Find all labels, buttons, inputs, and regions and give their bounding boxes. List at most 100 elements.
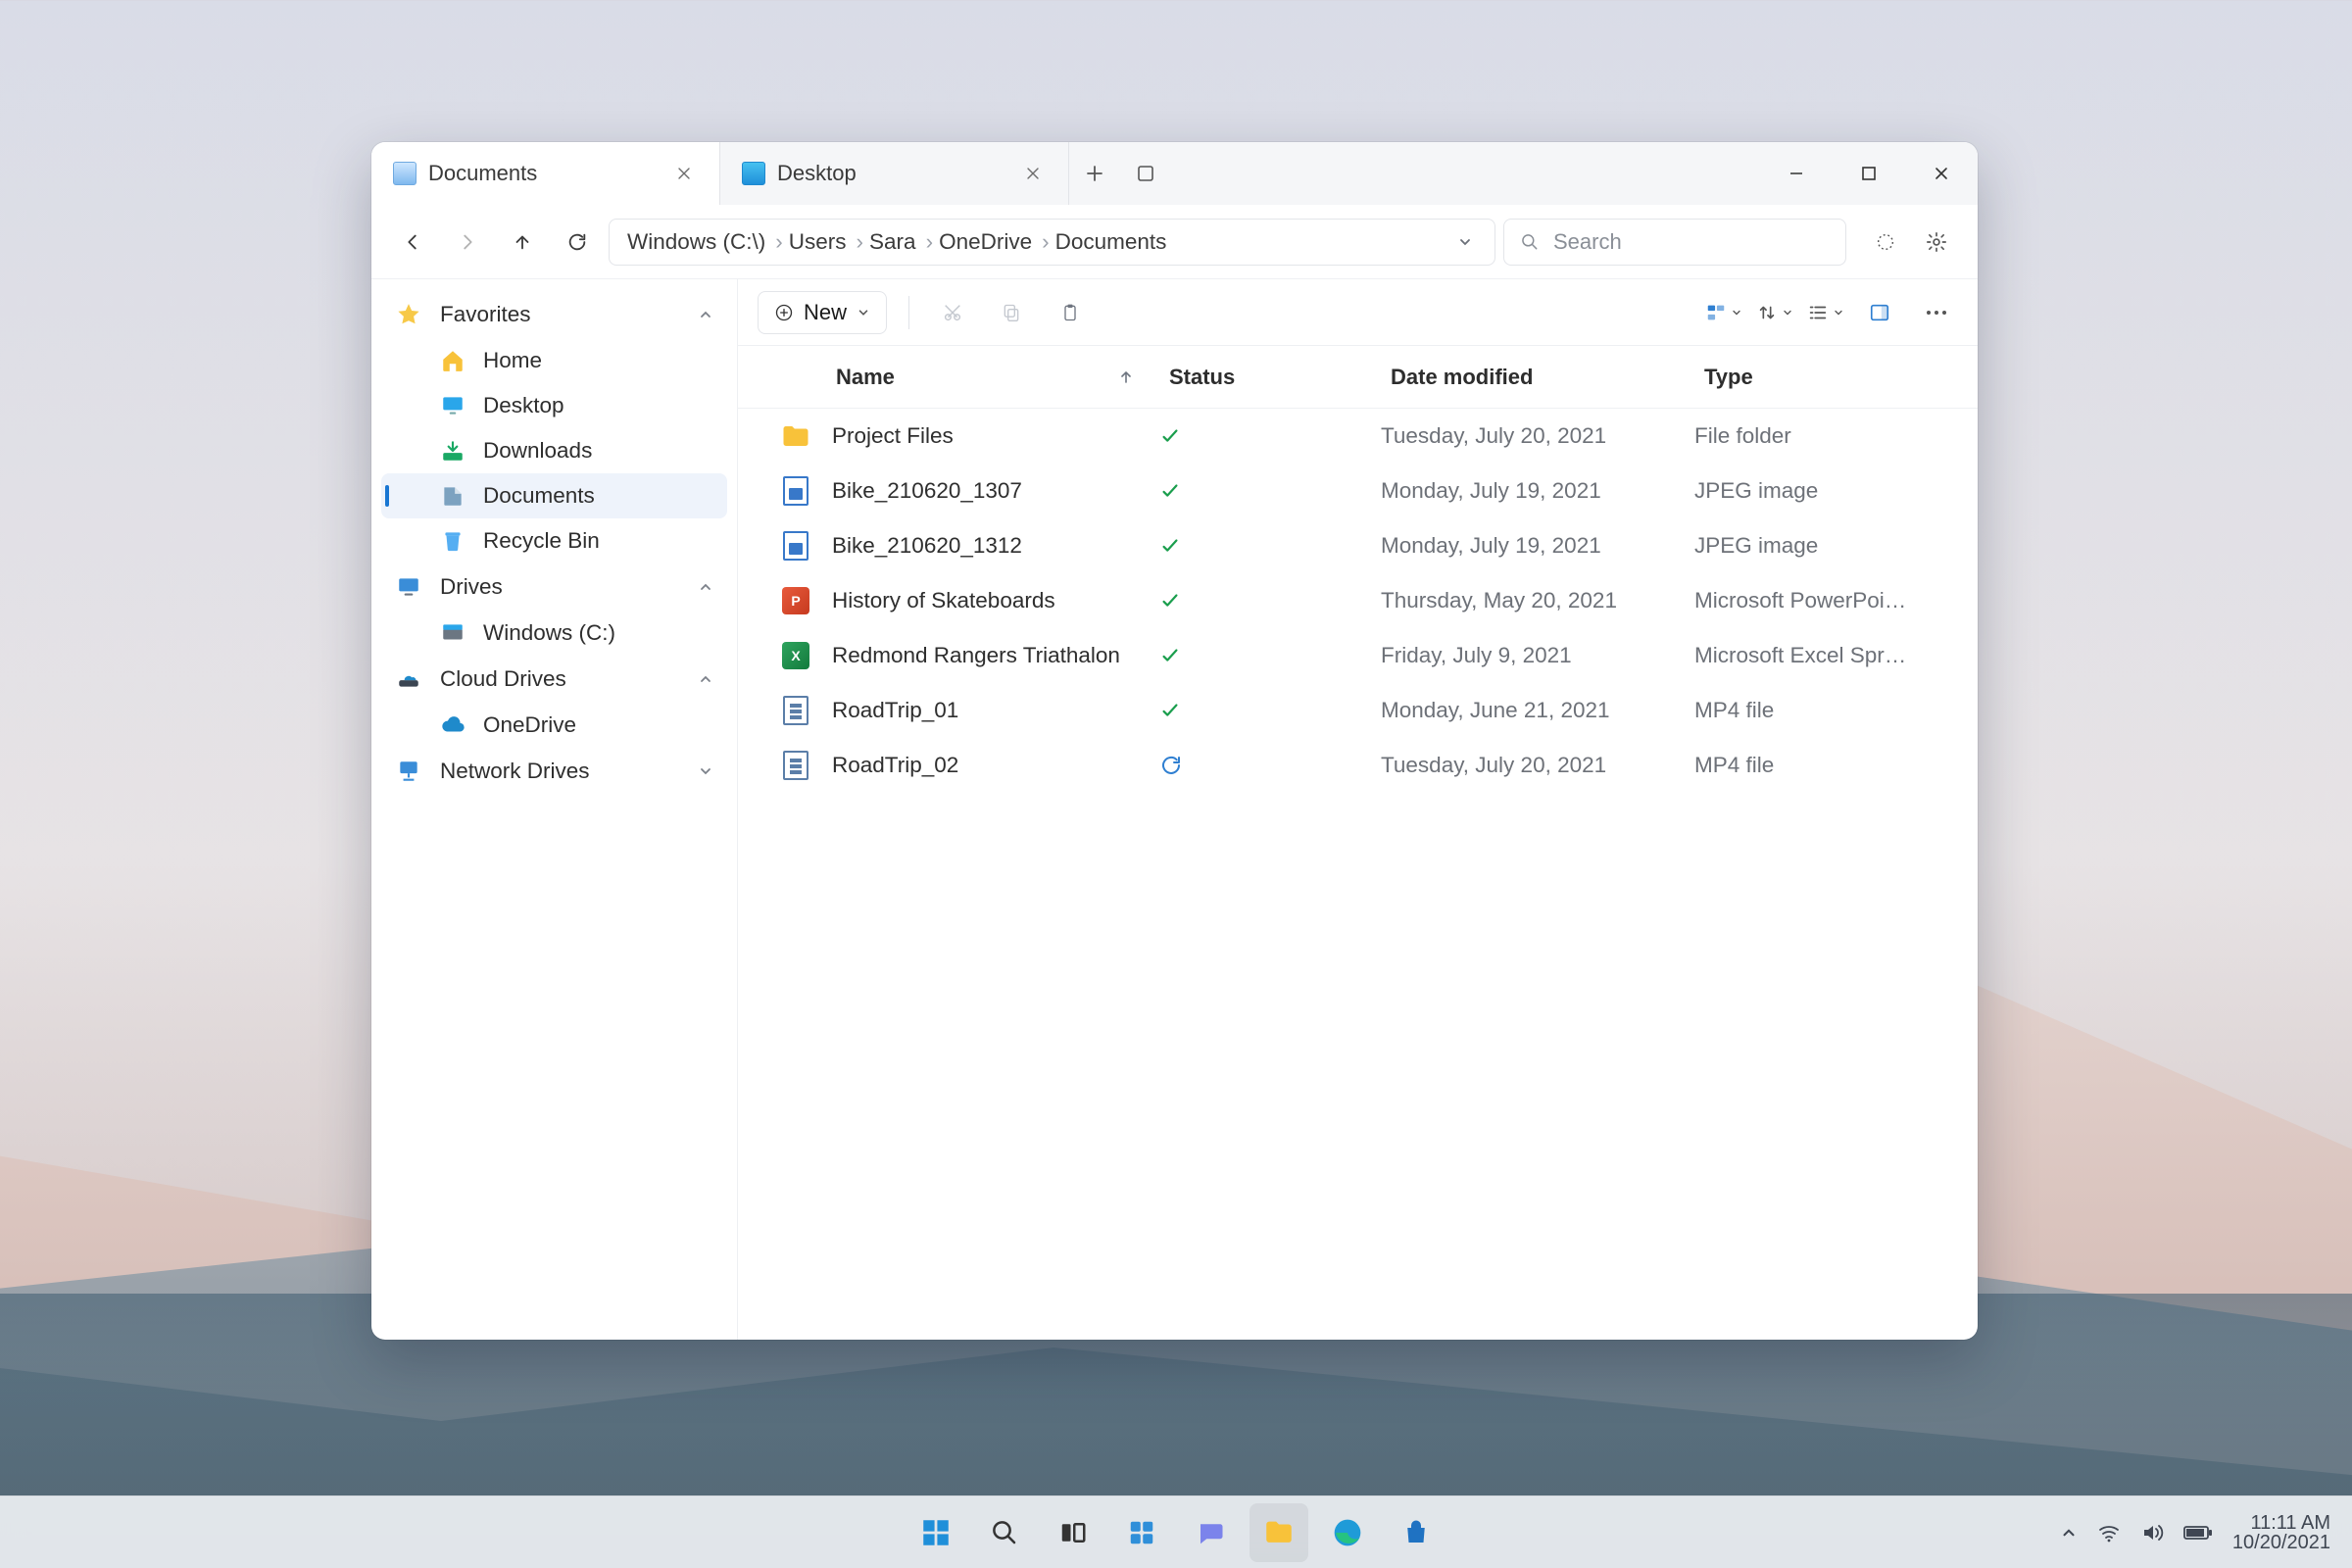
edge-taskbar-icon[interactable] [1318,1503,1377,1562]
file-type-icon [781,751,810,780]
sidebar-item-label: Desktop [483,393,564,418]
file-date: Monday, July 19, 2021 [1381,533,1694,559]
column-header-name[interactable]: Name [738,365,1159,390]
file-type: JPEG image [1694,478,1978,504]
clock[interactable]: 11:11 AM 10/20/2021 [2232,1513,2330,1552]
tab-close-button[interactable] [666,156,702,191]
new-tab-button[interactable] [1069,142,1120,205]
breadcrumb-segment[interactable]: Documents [1055,229,1167,255]
file-row[interactable]: RoadTrip_02Tuesday, July 20, 2021MP4 fil… [738,738,1978,793]
file-date: Monday, July 19, 2021 [1381,478,1694,504]
close-button[interactable] [1905,142,1978,205]
sidebar-group-favorites[interactable]: Favorites [381,291,727,338]
file-status [1159,535,1381,557]
minimize-button[interactable] [1760,142,1833,205]
cloud-icon [395,665,422,693]
file-rows: Project FilesTuesday, July 20, 2021File … [738,409,1978,1340]
breadcrumb-segment[interactable]: OneDrive› [939,229,1050,255]
file-name: RoadTrip_01 [832,698,958,723]
monitor-icon [395,573,422,601]
sidebar-group-network-drives[interactable]: Network Drives [381,748,727,795]
address-dropdown-button[interactable] [1444,220,1487,264]
up-button[interactable] [499,219,546,266]
paste-button[interactable] [1049,291,1092,334]
network-icon [395,758,422,785]
chevron-down-icon [1731,307,1742,318]
desktop-icon [440,393,466,418]
tab-close-button[interactable] [1015,156,1051,191]
system-tray: 11:11 AM 10/20/2021 [2060,1513,2352,1552]
sync-status-button[interactable] [1862,219,1909,266]
file-row[interactable]: PHistory of SkateboardsThursday, May 20,… [738,573,1978,628]
view-button[interactable] [1807,302,1844,323]
file-status [1159,590,1381,612]
file-type-icon [781,476,810,506]
settings-button[interactable] [1913,219,1960,266]
desktop-icon [742,162,765,185]
documents-icon [440,483,466,509]
file-row[interactable]: XRedmond Rangers TriathalonFriday, July … [738,628,1978,683]
copy-button[interactable] [990,291,1033,334]
file-name: RoadTrip_02 [832,753,958,778]
start-button[interactable] [906,1503,965,1562]
window-controls [1760,142,1978,205]
sort-button[interactable] [1756,302,1793,323]
chevron-up-icon [698,671,713,687]
taskbar-search-button[interactable] [975,1503,1034,1562]
sidebar-group-cloud-drives[interactable]: Cloud Drives [381,656,727,703]
column-header-type[interactable]: Type [1694,365,1978,390]
search-box[interactable]: Search [1503,219,1846,266]
file-type-icon [781,421,810,451]
chat-button[interactable] [1181,1503,1240,1562]
file-status [1159,700,1381,721]
file-explorer-taskbar-icon[interactable] [1250,1503,1308,1562]
back-button[interactable] [389,219,436,266]
wifi-icon[interactable] [2097,1521,2121,1544]
details-pane-button[interactable] [1858,291,1901,334]
group-by-button[interactable] [1705,302,1742,323]
sidebar-item-label: OneDrive [483,712,576,738]
tab-desktop[interactable]: Desktop [720,142,1069,205]
refresh-button[interactable] [554,219,601,266]
file-row[interactable]: RoadTrip_01Monday, June 21, 2021MP4 file [738,683,1978,738]
tray-chevron[interactable] [2060,1524,2078,1542]
sidebar-item-documents[interactable]: Documents [381,473,727,518]
more-button[interactable] [1915,291,1958,334]
sidebar-group-drives[interactable]: Drives [381,564,727,611]
tab-documents[interactable]: Documents [371,142,720,205]
star-icon [395,301,422,328]
file-row[interactable]: Bike_210620_1312Monday, July 19, 2021JPE… [738,518,1978,573]
file-explorer-window: Documents Desktop W [371,142,1978,1340]
sidebar-item-downloads[interactable]: Downloads [381,428,727,473]
sort-ascending-icon [1118,369,1134,385]
sidebar-item-recycle-bin[interactable]: Recycle Bin [381,518,727,564]
column-header-date[interactable]: Date modified [1381,365,1694,390]
file-row[interactable]: Bike_210620_1307Monday, July 19, 2021JPE… [738,464,1978,518]
breadcrumb-segment[interactable]: Sara› [869,229,933,255]
maximize-button[interactable] [1833,142,1905,205]
column-header-status[interactable]: Status [1159,365,1381,390]
battery-icon[interactable] [2183,1524,2213,1542]
store-taskbar-icon[interactable] [1387,1503,1446,1562]
sidebar-item-onedrive[interactable]: OneDrive [381,703,727,748]
widgets-button[interactable] [1112,1503,1171,1562]
chevron-down-icon [1833,307,1844,318]
chevron-down-icon [857,306,870,319]
file-row[interactable]: Project FilesTuesday, July 20, 2021File … [738,409,1978,464]
address-bar[interactable]: Windows (C:\)› Users› Sara› OneDrive› Do… [609,219,1495,266]
sidebar-item-windows-c[interactable]: Windows (C:) [381,611,727,656]
breadcrumb-segment[interactable]: Windows (C:\)› [627,229,783,255]
new-button[interactable]: New [758,291,887,334]
file-type: Microsoft PowerPoi… [1694,588,1978,613]
task-view-button[interactable] [1044,1503,1102,1562]
cut-button[interactable] [931,291,974,334]
file-type: Microsoft Excel Spr… [1694,643,1978,668]
tab-overview-button[interactable] [1120,142,1171,205]
sidebar-item-desktop[interactable]: Desktop [381,383,727,428]
forward-button[interactable] [444,219,491,266]
plus-circle-icon [774,303,794,322]
volume-icon[interactable] [2140,1521,2164,1544]
breadcrumb-segment[interactable]: Users› [789,229,863,255]
separator [908,296,909,329]
sidebar-item-home[interactable]: Home [381,338,727,383]
